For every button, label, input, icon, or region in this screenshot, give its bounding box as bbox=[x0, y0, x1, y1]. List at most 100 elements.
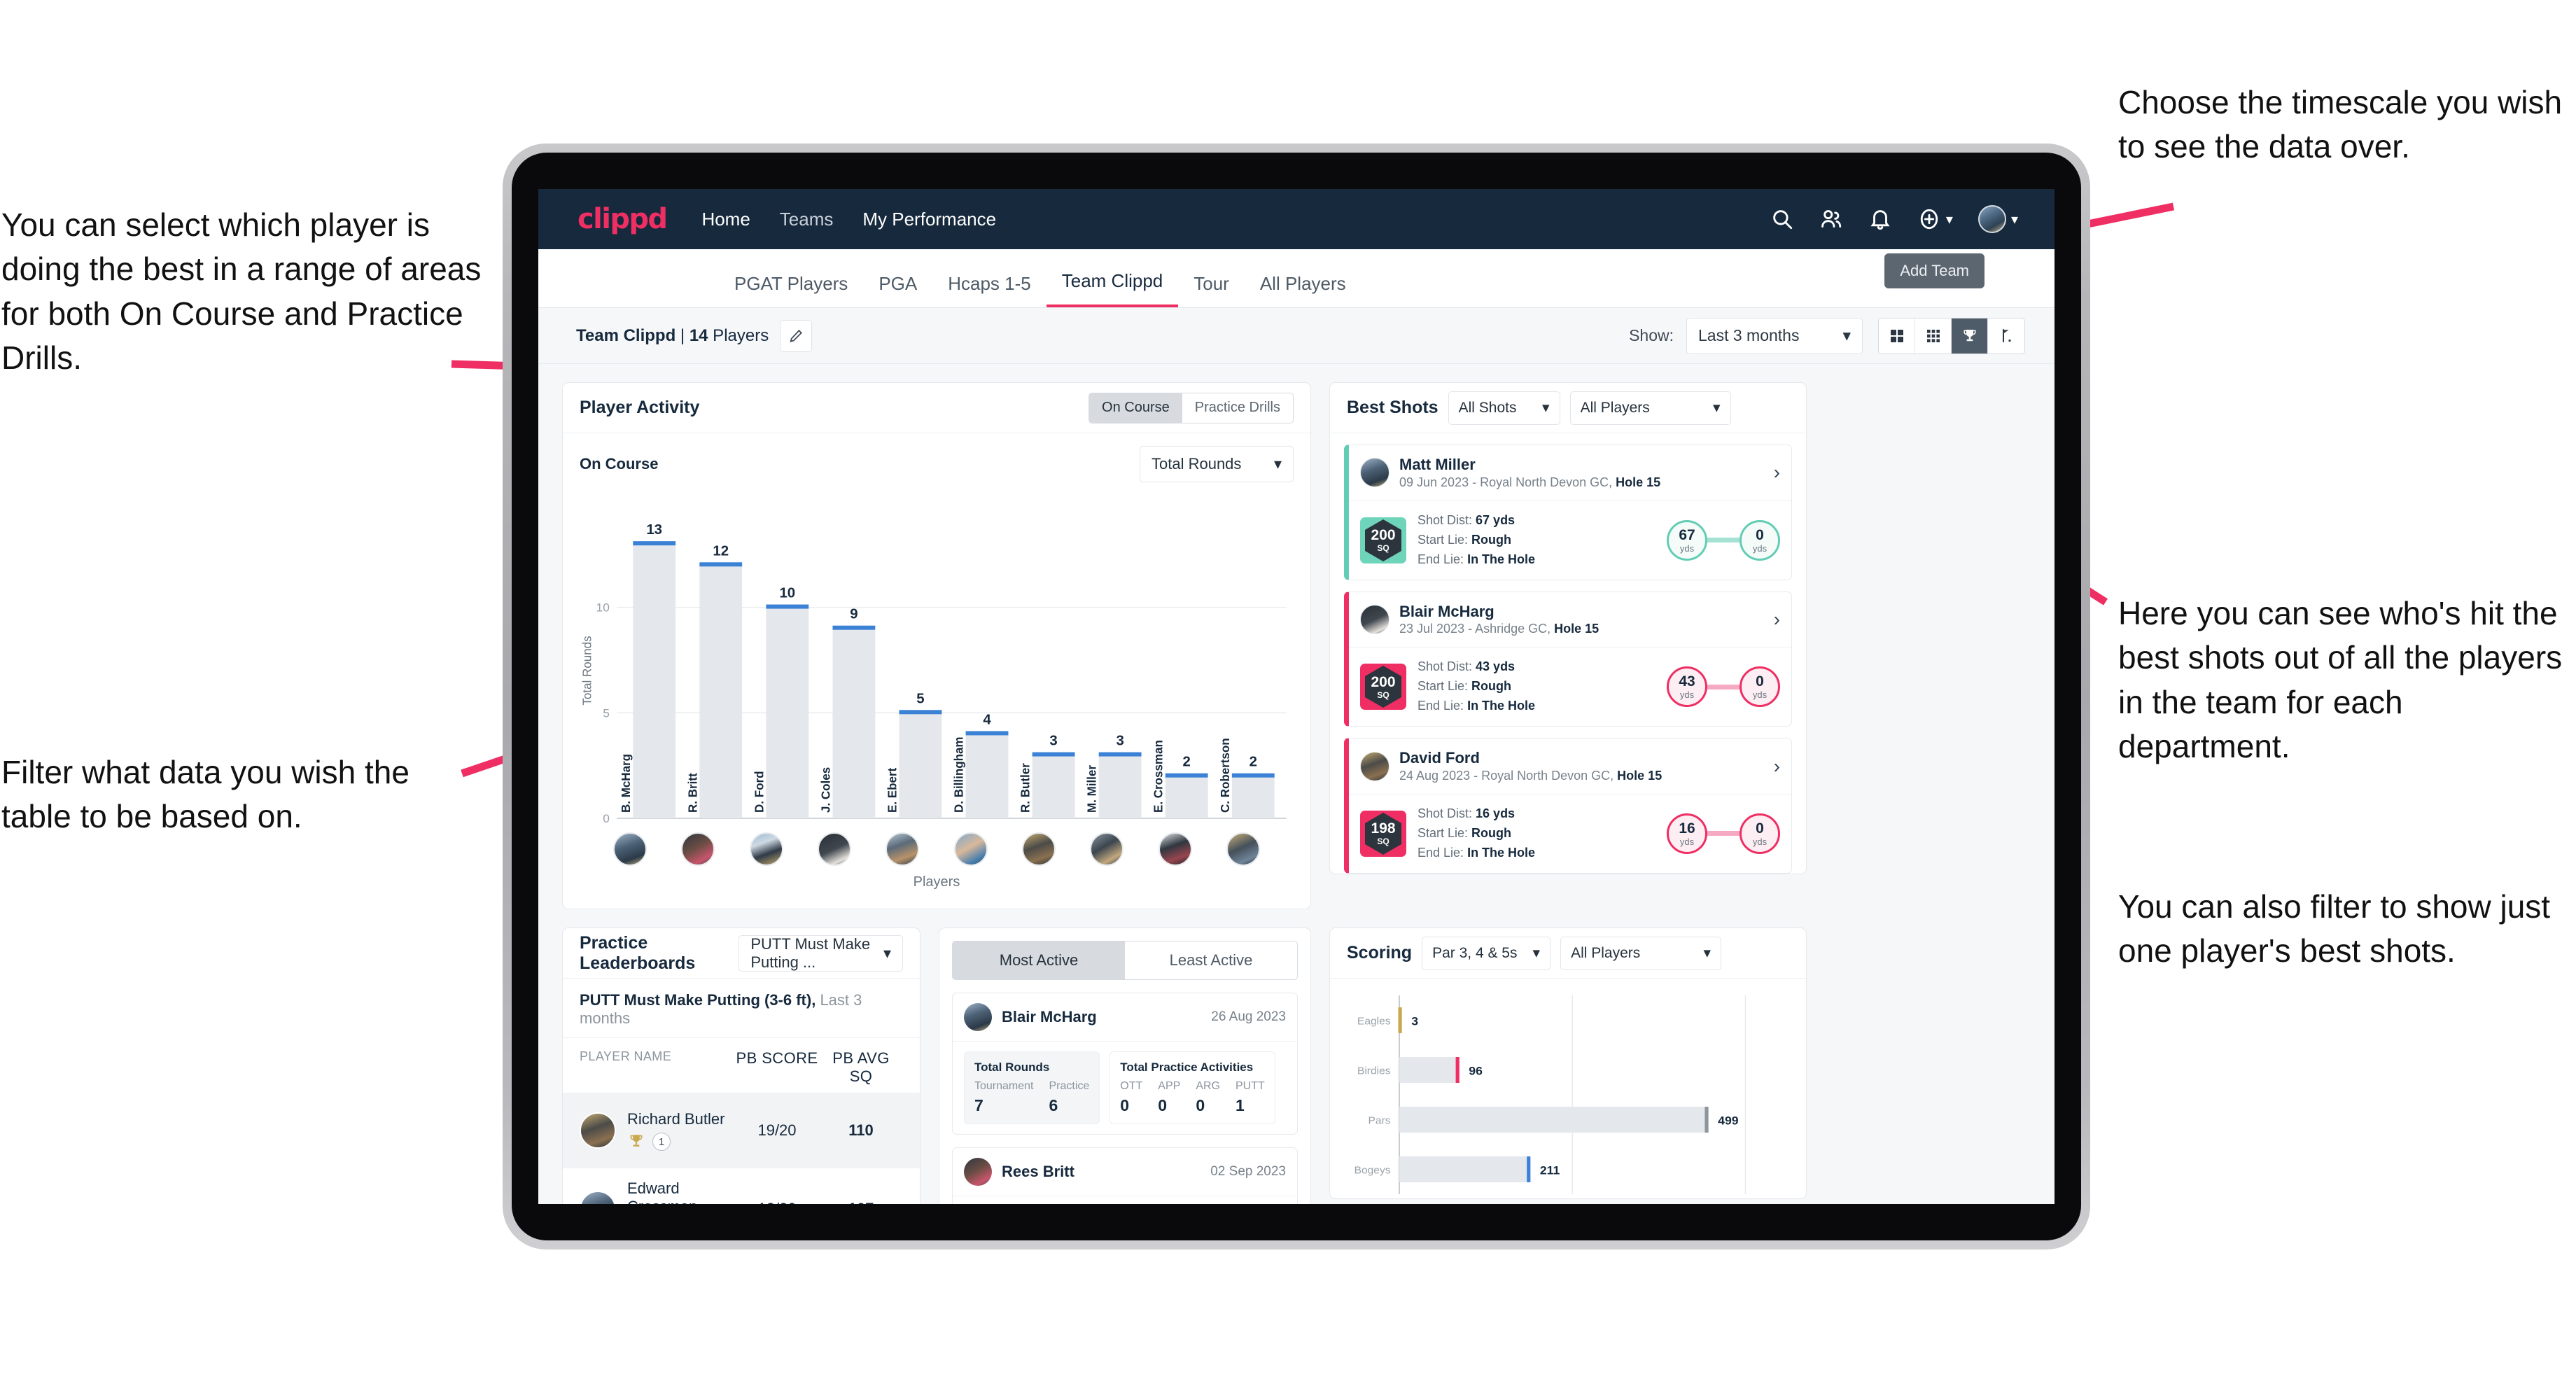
clippd-logo[interactable]: clippd bbox=[578, 203, 668, 235]
player-avatar[interactable] bbox=[817, 832, 851, 866]
pb-score-value: 18/20 bbox=[735, 1200, 819, 1204]
bell-icon[interactable] bbox=[1868, 207, 1892, 231]
plus-circle-icon[interactable] bbox=[1917, 207, 1941, 231]
player-activity-card: Player Activity On Course Practice Drill… bbox=[562, 382, 1311, 909]
activity-card-body: Total Rounds Tournament 7 Practice 6 Total Pr… bbox=[953, 1042, 1297, 1134]
leaderboard-player-name: Edward Crossman bbox=[627, 1180, 697, 1204]
view-mode-toggle bbox=[1878, 317, 2025, 354]
col-header-pb-score: PB SCORE bbox=[736, 1049, 818, 1067]
toggle-on-course[interactable]: On Course bbox=[1089, 393, 1182, 423]
top-navbar: clippd Home Teams My Performance ▾ ▾ bbox=[538, 189, 2054, 249]
stat-value: 0 bbox=[1158, 1096, 1168, 1114]
team-player-count: 14 bbox=[689, 326, 708, 345]
activity-card[interactable]: Blair McHarg 26 Aug 2023 Total Rounds Tourn… bbox=[952, 993, 1298, 1135]
chevron-right-icon[interactable]: › bbox=[1767, 461, 1780, 484]
shot-meta: 23 Jul 2023 - Ashridge GC, Hole 15 bbox=[1399, 622, 1600, 636]
tab-least-active[interactable]: Least Active bbox=[1125, 941, 1297, 979]
search-icon[interactable] bbox=[1770, 207, 1794, 231]
activity-cards-list: Blair McHarg 26 Aug 2023 Total Rounds Tourn… bbox=[939, 993, 1310, 1204]
chevron-right-icon[interactable]: › bbox=[1767, 755, 1780, 778]
view-leaderboard-button[interactable] bbox=[1952, 318, 1988, 354]
view-grid-small-button[interactable] bbox=[1915, 318, 1952, 354]
edit-team-button[interactable] bbox=[780, 319, 813, 352]
golf-flag-icon bbox=[2003, 328, 2011, 342]
drill-select[interactable]: PUTT Must Make Putting ... ▾ bbox=[738, 934, 903, 972]
activity-date: 02 Sep 2023 bbox=[1210, 1164, 1286, 1179]
tab-pgat-players[interactable]: PGAT Players bbox=[719, 273, 863, 307]
activity-date: 26 Aug 2023 bbox=[1211, 1009, 1286, 1024]
player-avatar[interactable] bbox=[749, 832, 783, 866]
tab-pga[interactable]: PGA bbox=[863, 273, 932, 307]
pb-score-value: 19/20 bbox=[757, 1121, 797, 1139]
svg-text:0: 0 bbox=[603, 811, 610, 825]
best-shots-player-select[interactable]: All Players ▾ bbox=[1569, 391, 1731, 425]
activity-card-header: Rees Britt 02 Sep 2023 bbox=[953, 1148, 1297, 1196]
scoring-card: Scoring Par 3, 4 & 5s ▾ All Players ▾ Ea… bbox=[1329, 927, 1807, 1199]
tab-hcaps-1-5[interactable]: Hcaps 1-5 bbox=[932, 273, 1046, 307]
player-activity-feed-card: Most Active Least Active Blair McHarg 26 … bbox=[939, 927, 1311, 1204]
tab-all-players[interactable]: All Players bbox=[1245, 273, 1362, 307]
dashboard-lower-row: Practice Leaderboards PUTT Must Make Put… bbox=[538, 909, 2054, 1204]
shot-start-distance: 67 yds bbox=[1667, 519, 1707, 561]
stat-value: 1 bbox=[1235, 1096, 1245, 1114]
shot-type-select[interactable]: All Shots ▾ bbox=[1448, 391, 1560, 425]
player-avatar[interactable] bbox=[1158, 832, 1192, 866]
add-menu-button[interactable]: ▾ bbox=[1892, 207, 1953, 231]
leaderboard-column-headers: PLAYER NAME PB SCORE PB AVG SQ bbox=[563, 1038, 920, 1093]
view-grid-large-button[interactable] bbox=[1879, 318, 1915, 354]
player-avatar[interactable] bbox=[1090, 832, 1124, 866]
player-avatar[interactable] bbox=[953, 832, 988, 866]
player-avatar[interactable] bbox=[1021, 832, 1056, 866]
svg-text:R. Britt: R. Britt bbox=[685, 773, 699, 813]
metric-value: Total Rounds bbox=[1152, 455, 1242, 472]
nav-link-my-performance[interactable]: My Performance bbox=[862, 209, 996, 230]
shot-end-distance: 0 yds bbox=[1740, 519, 1780, 561]
grid-small-icon bbox=[1926, 329, 1940, 342]
nav-link-home[interactable]: Home bbox=[701, 209, 750, 230]
annotation-right-top: Choose the timescale you wish to see the… bbox=[2118, 84, 2563, 165]
pb-avg-sq-value: 107 bbox=[819, 1200, 903, 1204]
svg-text:Total Rounds: Total Rounds bbox=[580, 636, 594, 705]
team-name: Team Clippd bbox=[576, 326, 676, 345]
scoring-player-select[interactable]: All Players ▾ bbox=[1560, 936, 1722, 970]
shot-quality-tile: 198 SQ bbox=[1360, 810, 1406, 857]
shot-player-name: David Ford bbox=[1399, 749, 1480, 767]
on-course-label: On Course bbox=[580, 455, 659, 472]
distance-connector bbox=[1707, 684, 1740, 690]
tab-team-clippd[interactable]: Team Clippd bbox=[1046, 270, 1179, 307]
stat-value: 0 bbox=[1120, 1096, 1130, 1114]
shot-card-header: Matt Miller 09 Jun 2023 - Royal North Dev… bbox=[1349, 445, 1791, 501]
best-shot-card[interactable]: David Ford 24 Aug 2023 - Royal North Devo… bbox=[1344, 738, 1792, 874]
view-course-button[interactable] bbox=[1988, 318, 2024, 354]
account-menu-button[interactable]: ▾ bbox=[1953, 205, 2018, 233]
chevron-down-icon: ▾ bbox=[1945, 211, 1953, 227]
tab-tour[interactable]: Tour bbox=[1178, 273, 1245, 307]
player-avatar[interactable] bbox=[681, 832, 715, 866]
best-shot-card[interactable]: Matt Miller 09 Jun 2023 - Royal North Dev… bbox=[1344, 444, 1792, 580]
player-avatar[interactable] bbox=[886, 832, 920, 866]
svg-text:J. Coles: J. Coles bbox=[818, 767, 832, 813]
best-shot-card[interactable]: Blair McHarg 23 Jul 2023 - Ashridge GC, H… bbox=[1344, 591, 1792, 727]
svg-text:E. Crossman: E. Crossman bbox=[1152, 740, 1166, 813]
tab-most-active[interactable]: Most Active bbox=[953, 941, 1125, 979]
player-avatar[interactable] bbox=[613, 832, 647, 866]
annotation-right-bottom: You can also filter to show just one pla… bbox=[2118, 888, 2551, 969]
metric-select[interactable]: Total Rounds ▾ bbox=[1140, 446, 1294, 482]
timescale-select[interactable]: Last 3 months ▾ bbox=[1686, 317, 1863, 354]
shot-details: Shot Dist: 67 yds Start Lie: Rough End Lie… bbox=[1418, 511, 1535, 570]
activity-card[interactable]: Rees Britt 02 Sep 2023 Total RoundsTournam… bbox=[952, 1147, 1298, 1204]
distance-connector bbox=[1707, 538, 1740, 543]
toggle-practice-drills[interactable]: Practice Drills bbox=[1182, 393, 1293, 423]
chevron-right-icon[interactable]: › bbox=[1767, 608, 1780, 631]
player-avatar[interactable] bbox=[1226, 832, 1260, 866]
people-icon[interactable] bbox=[1819, 207, 1843, 231]
avatar[interactable] bbox=[1977, 205, 2006, 233]
nav-link-teams[interactable]: Teams bbox=[780, 209, 834, 230]
shot-end-distance: 0 yds bbox=[1740, 666, 1780, 708]
leaderboard-rows: Richard Butler 1 19/20 110 Edward Crossman21… bbox=[563, 1093, 920, 1204]
show-label: Show: bbox=[1629, 326, 1674, 344]
table-row[interactable]: Richard Butler 1 19/20 110 bbox=[563, 1093, 920, 1168]
table-row[interactable]: Edward Crossman218/20107 bbox=[563, 1168, 920, 1204]
par-filter-select[interactable]: Par 3, 4 & 5s ▾ bbox=[1422, 936, 1551, 970]
shot-quality-tile: 200 SQ bbox=[1360, 517, 1406, 564]
